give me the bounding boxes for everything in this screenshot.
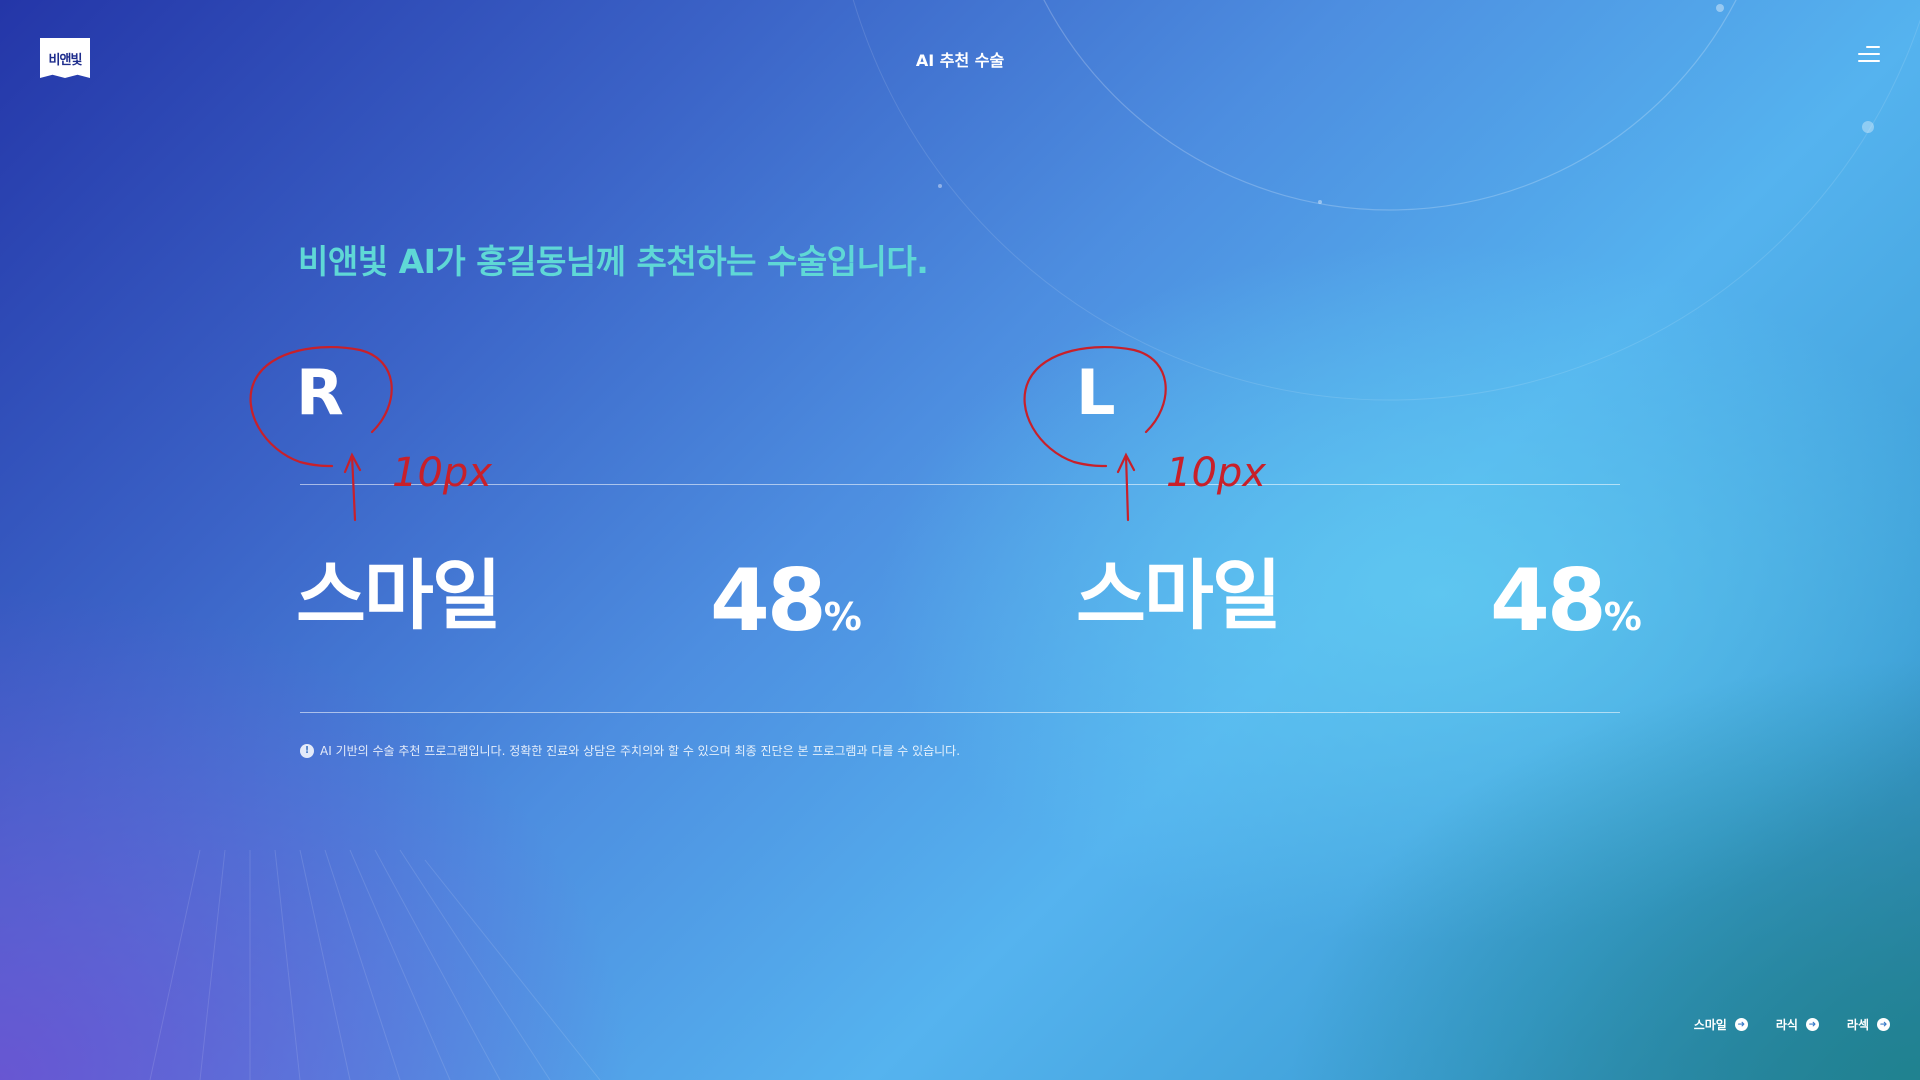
disclaimer-text: AI 기반의 수술 추천 프로그램입니다. 정확한 진료와 상담은 주치의와 할… (320, 744, 961, 758)
link-lasik-label: 라식 (1775, 1018, 1798, 1032)
recommendation-headline: 비앤빛 AI가 홍길동님께 추천하는 수술입니다. (298, 242, 929, 281)
right-eye-percent: 48% (710, 558, 862, 644)
bottom-nav: 스마일 ➜ 라식 ➜ 라섹 ➜ (1694, 1016, 1890, 1033)
arrow-right-icon: ➜ (1734, 1018, 1748, 1031)
link-lasek-label: 라섹 (1846, 1018, 1869, 1032)
background-decoration (149, 0, 1920, 1080)
right-eye-label: R (296, 356, 344, 429)
link-lasek[interactable]: 라섹 ➜ (1847, 1016, 1890, 1033)
link-smile-label: 스마일 (1693, 1018, 1727, 1032)
page-title: AI 추천 수술 (915, 51, 1005, 70)
right-eye-surgery: 스마일 (296, 551, 502, 640)
left-eye-percent-value: 48 (1490, 551, 1607, 651)
left-eye-percent-sign: % (1603, 595, 1642, 639)
spacing-note-left: 10px (1166, 450, 1266, 496)
spacing-note-right: 10px (392, 450, 492, 496)
red-markup-annotations: 10px 10px (249, 345, 1266, 522)
arrow-right-icon: ➜ (1805, 1018, 1819, 1031)
disclaimer: ! AI 기반의 수술 추천 프로그램입니다. 정확한 진료와 상담은 주치의와… (300, 742, 960, 759)
right-eye-percent-value: 48 (710, 551, 827, 651)
left-eye-label: L (1076, 356, 1116, 429)
arrow-right-icon: ➜ (1877, 1018, 1890, 1031)
hamburger-menu-icon[interactable] (1858, 46, 1880, 62)
link-lasik[interactable]: 라식 ➜ (1776, 1016, 1819, 1033)
info-icon: ! (300, 743, 314, 758)
left-eye-surgery: 스마일 (1076, 551, 1282, 640)
divider-top (300, 484, 1620, 485)
right-eye-percent-sign: % (823, 595, 862, 639)
link-smile[interactable]: 스마일 ➜ (1694, 1016, 1748, 1033)
left-eye-percent: 48% (1490, 558, 1642, 644)
divider-bottom (300, 712, 1620, 713)
